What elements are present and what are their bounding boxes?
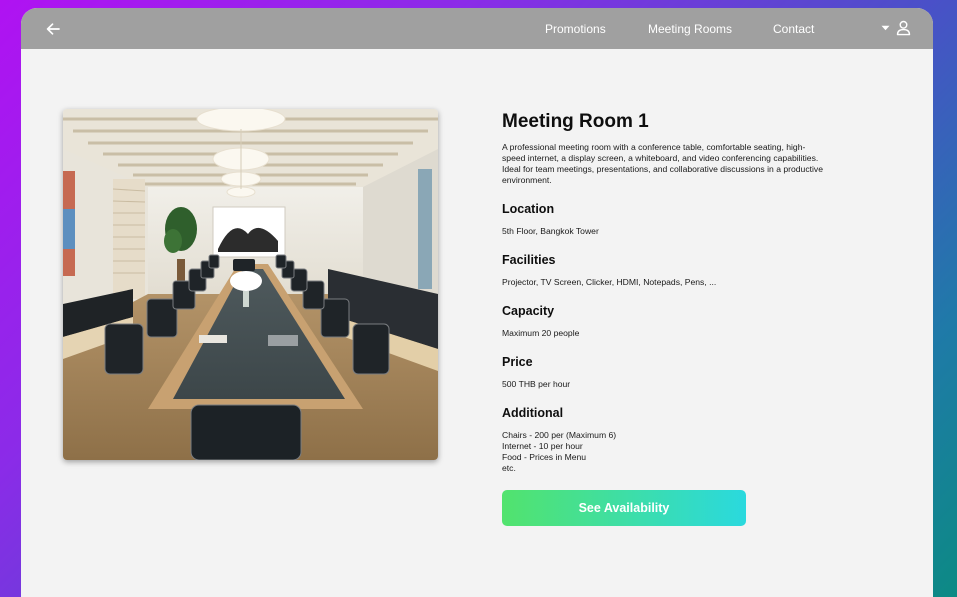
additional-item: Food - Prices in Menu xyxy=(502,452,587,462)
room-title: Meeting Room 1 xyxy=(502,111,649,132)
capacity-heading: Capacity xyxy=(502,304,555,318)
additional-heading: Additional xyxy=(502,406,564,420)
nav-link-contact[interactable]: Contact xyxy=(773,22,814,36)
additional-item: Chairs - 200 per (Maximum 6) xyxy=(502,430,617,440)
user-icon[interactable] xyxy=(896,20,911,36)
capacity-value: Maximum 20 people xyxy=(502,328,580,338)
facilities-value: Projector, TV Screen, Clicker, HDMI, Not… xyxy=(502,277,717,287)
price-heading: Price xyxy=(502,355,533,369)
price-value: 500 THB per hour xyxy=(502,379,571,389)
additional-item: Internet - 10 per hour xyxy=(502,441,583,451)
facilities-heading: Facilities xyxy=(502,253,556,267)
app-window: Promotions Meeting Rooms Contact Meeting… xyxy=(21,8,933,597)
location-heading: Location xyxy=(502,202,555,216)
room-details: Meeting Room 1 A professional meeting ro… xyxy=(502,109,832,473)
meeting-room-photo xyxy=(63,109,438,460)
top-navbar: Promotions Meeting Rooms Contact xyxy=(21,8,933,49)
location-value: 5th Floor, Bangkok Tower xyxy=(502,226,599,236)
nav-link-promotions[interactable]: Promotions xyxy=(545,22,606,36)
nav-link-meeting-rooms[interactable]: Meeting Rooms xyxy=(648,22,732,36)
additional-item: etc. xyxy=(502,463,516,473)
nav-links: Promotions Meeting Rooms Contact xyxy=(21,8,933,49)
caret-down-icon[interactable] xyxy=(881,25,890,31)
see-availability-button[interactable]: See Availability xyxy=(502,490,746,526)
room-description: A professional meeting room with a confe… xyxy=(502,142,824,185)
additional-list: Chairs - 200 per (Maximum 6) Internet - … xyxy=(502,430,616,474)
